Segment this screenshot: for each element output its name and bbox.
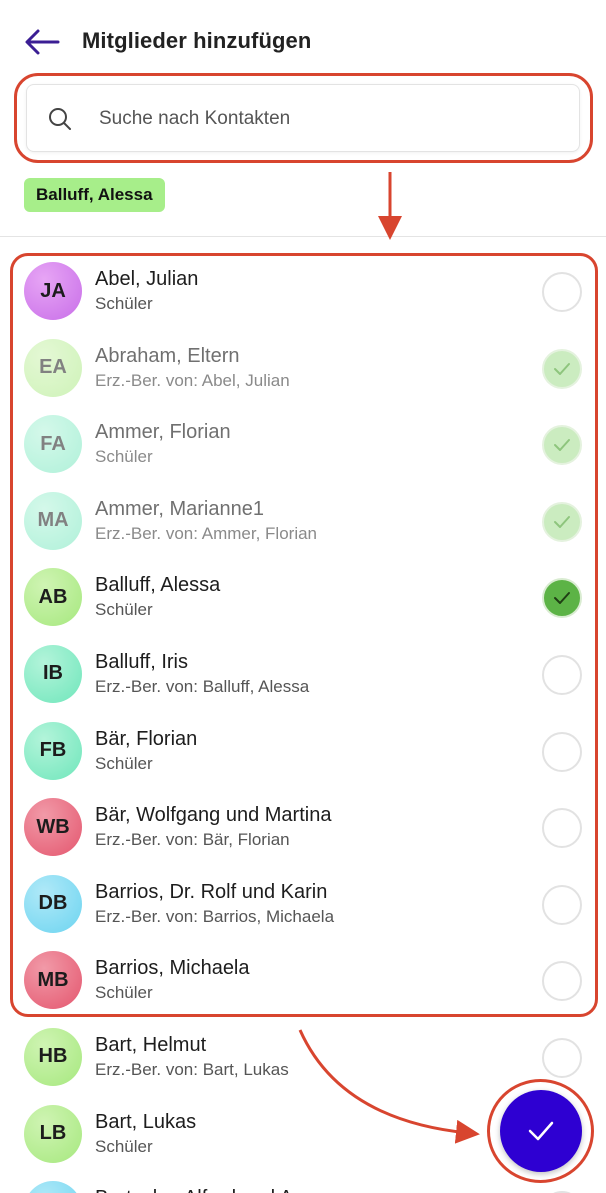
- contact-row[interactable]: HB Bart, Helmut Erz.-Ber. von: Bart, Lukas: [0, 1020, 606, 1097]
- select-checkbox[interactable]: [542, 654, 582, 695]
- contact-role: Schüler: [95, 294, 153, 313]
- contact-role: Schüler: [95, 447, 153, 467]
- select-checkbox: [542, 348, 582, 389]
- contact-row[interactable]: FA Ammer, Florian Schüler: [0, 407, 606, 484]
- contact-name: Barrios, Michaela: [95, 957, 250, 980]
- check-icon: [554, 439, 570, 452]
- contact-role: Erz.-Ber. von: Bart, Lukas: [95, 1059, 289, 1079]
- contact-name: Abel, Julian: [95, 268, 199, 290]
- avatar: [24, 1181, 82, 1193]
- check-icon: [528, 1121, 554, 1141]
- confirm-fab-button[interactable]: [500, 1090, 582, 1172]
- contact-row[interactable]: IB Balluff, Iris Erz.-Ber. von: Balluff, A…: [0, 637, 606, 714]
- contact-role: Schüler: [95, 600, 153, 620]
- contact-row[interactable]: AB Balluff, Alessa Schüler: [0, 560, 606, 637]
- contact-name: Ammer, Florian: [95, 421, 231, 444]
- select-checkbox[interactable]: [542, 272, 582, 312]
- select-checkbox[interactable]: [542, 1037, 582, 1078]
- arrow-left-icon: [25, 29, 60, 55]
- contact-name: Ammer, Marianne1: [95, 497, 264, 520]
- select-checkbox[interactable]: [542, 961, 582, 1002]
- avatar: LB: [24, 1104, 82, 1163]
- contact-role: Erz.-Ber. von: Ammer, Florian: [95, 523, 318, 543]
- app-header: Mitglieder hinzufügen: [0, 0, 606, 82]
- search-icon: [49, 108, 71, 130]
- app-root: Mitglieder hinzufügen Balluff, Alessa JA…: [0, 0, 606, 1193]
- select-checkbox[interactable]: [542, 578, 582, 619]
- select-checkbox: [542, 425, 582, 466]
- avatar: FB: [24, 721, 82, 780]
- avatar: DB: [24, 874, 82, 933]
- contact-role: Schüler: [95, 983, 153, 1003]
- contact-row[interactable]: MB Barrios, Michaela Schüler: [0, 943, 606, 1020]
- select-checkbox[interactable]: [542, 808, 582, 849]
- contact-row[interactable]: WB Bär, Wolfgang und Martina Erz.-Ber. von…: [0, 790, 606, 867]
- selected-chip[interactable]: Balluff, Alessa: [24, 178, 165, 212]
- avatar: AB: [24, 568, 82, 627]
- contact-name: Balluff, Alessa: [95, 574, 221, 597]
- contact-row[interactable]: JA Abel, Julian Schüler: [0, 254, 606, 331]
- contact-row[interactable]: FB Bär, Florian Schüler: [0, 714, 606, 791]
- contact-role: Erz.-Ber. von: Abel, Julian: [95, 370, 290, 390]
- avatar: MB: [24, 951, 82, 1010]
- avatar: WB: [24, 798, 82, 857]
- contact-role: Schüler: [95, 753, 153, 773]
- divider: [0, 236, 606, 237]
- avatar: HB: [24, 1027, 82, 1086]
- check-icon: [554, 515, 570, 528]
- avatar: EA: [24, 338, 82, 397]
- search-input[interactable]: [99, 99, 559, 139]
- contact-row[interactable]: Bartaska, Alfred und Anna: [0, 1173, 606, 1193]
- contact-list: JA Abel, Julian Schüler EA Abraham, Eltern Er…: [0, 254, 606, 1193]
- check-icon: [554, 362, 570, 375]
- contact-role: Erz.-Ber. von: Bär, Florian: [95, 830, 290, 850]
- contact-role: Erz.-Ber. von: Barrios, Michaela: [95, 906, 335, 926]
- contact-name: Bär, Wolfgang und Martina: [95, 804, 332, 827]
- avatar: MA: [24, 491, 82, 550]
- select-checkbox[interactable]: [542, 884, 582, 925]
- page-title: Mitglieder hinzufügen: [82, 28, 312, 53]
- contact-name: Barrios, Dr. Rolf und Karin: [95, 880, 328, 903]
- contact-name: Bart, Helmut: [95, 1033, 207, 1056]
- avatar: IB: [24, 644, 82, 703]
- back-button[interactable]: [22, 26, 62, 58]
- avatar: FA: [24, 415, 82, 474]
- contact-row[interactable]: EA Abraham, Eltern Erz.-Ber. von: Abel, Ju…: [0, 331, 606, 408]
- search-bar: [26, 84, 580, 152]
- contact-name: Abraham, Eltern: [95, 344, 240, 367]
- contact-row[interactable]: DB Barrios, Dr. Rolf und Karin Erz.-Ber. v…: [0, 867, 606, 944]
- select-checkbox: [542, 501, 582, 542]
- contact-name: Balluff, Iris: [95, 650, 188, 673]
- contact-role: Schüler: [95, 1136, 153, 1156]
- select-checkbox[interactable]: [542, 731, 582, 772]
- contact-name: Bär, Florian: [95, 727, 198, 750]
- contact-role: Erz.-Ber. von: Balluff, Alessa: [95, 676, 310, 696]
- contact-row[interactable]: MA Ammer, Marianne1 Erz.-Ber. von: Ammer, …: [0, 484, 606, 561]
- check-icon: [554, 592, 570, 605]
- contact-name: Bart, Lukas: [95, 1110, 197, 1133]
- contact-name: Bartaska, Alfred und Anna: [95, 1187, 326, 1193]
- avatar: JA: [24, 262, 82, 320]
